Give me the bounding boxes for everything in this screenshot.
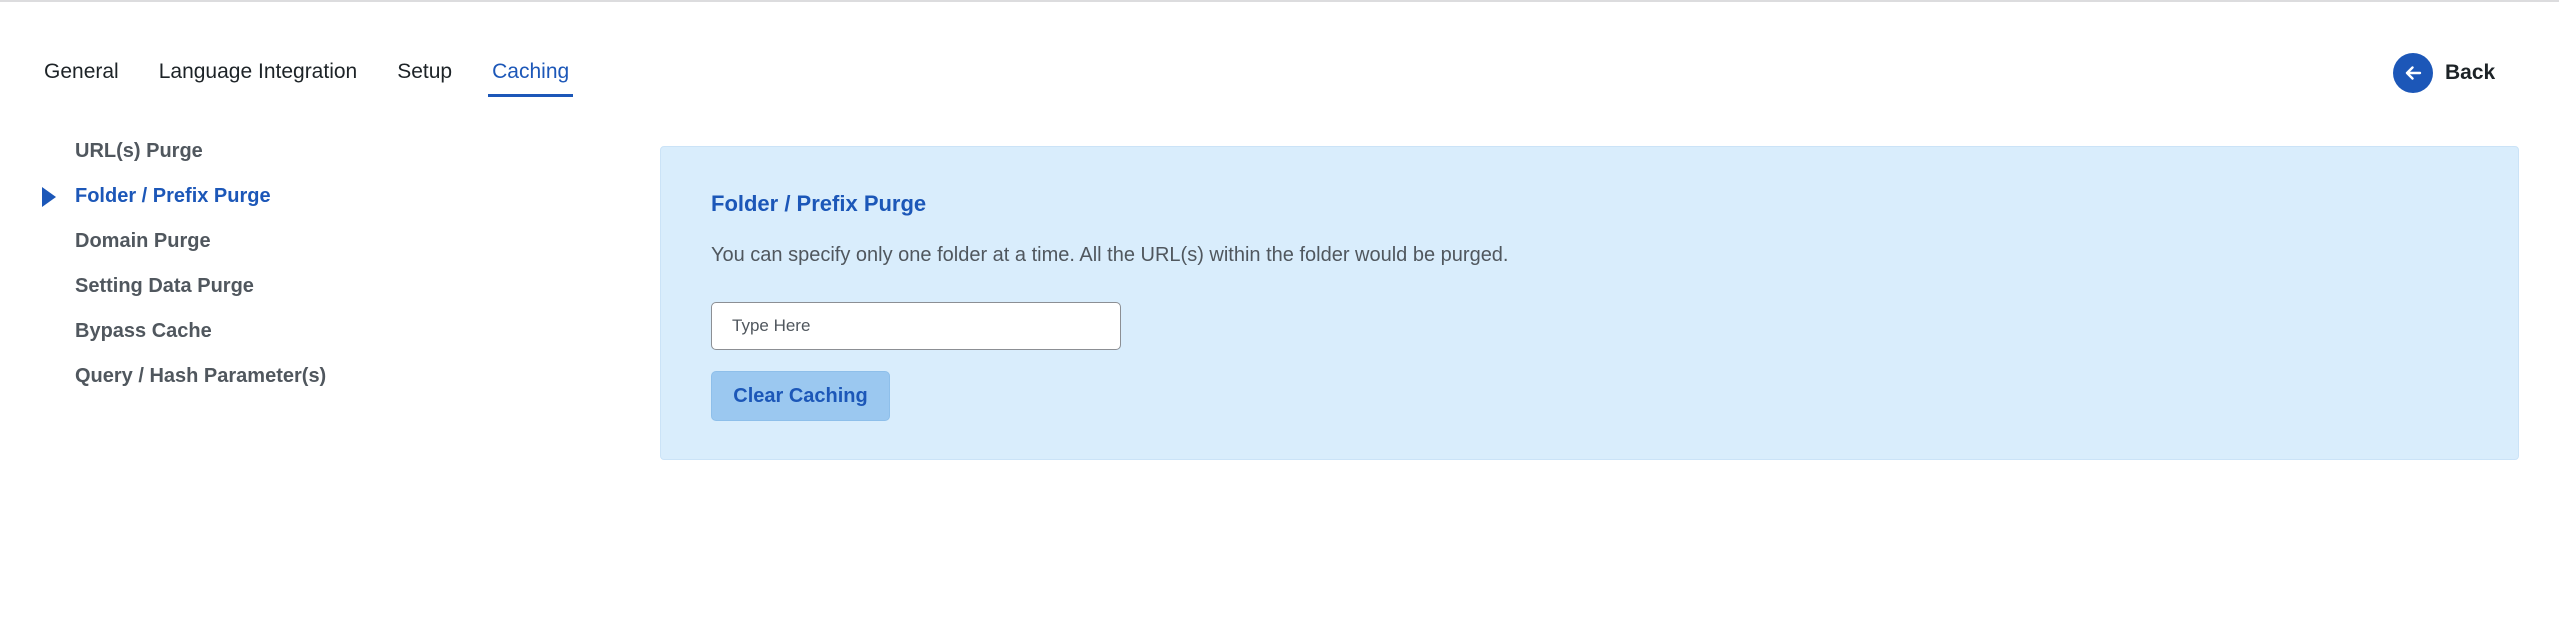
panel-title: Folder / Prefix Purge xyxy=(711,191,927,216)
sidebar-item-label: Bypass Cache xyxy=(75,320,212,342)
sidebar-item-label: URL(s) Purge xyxy=(75,140,203,162)
back-button[interactable]: Back xyxy=(2393,53,2495,93)
tab-general[interactable]: General xyxy=(44,58,119,94)
tab-caching[interactable]: Caching xyxy=(488,58,574,97)
sidebar-item-label: Domain Purge xyxy=(75,230,211,252)
sidebar-item-domain-purge[interactable]: Domain Purge xyxy=(38,226,398,271)
sidebar-item-label: Folder / Prefix Purge xyxy=(75,185,271,207)
sidebar-item-label: Setting Data Purge xyxy=(75,275,254,297)
sidebar-item-setting-data-purge[interactable]: Setting Data Purge xyxy=(38,271,398,316)
arrow-left-icon[interactable] xyxy=(2393,53,2433,93)
sidebar-item-query-hash-parameters[interactable]: Query / Hash Parameter(s) xyxy=(38,361,398,406)
top-divider xyxy=(0,0,2559,2)
caching-sidebar: URL(s) Purge Folder / Prefix Purge Domai… xyxy=(38,136,398,406)
sidebar-item-urls-purge[interactable]: URL(s) Purge xyxy=(38,136,398,181)
tab-setup[interactable]: Setup xyxy=(397,58,452,94)
folder-purge-panel: Folder / Prefix Purge You can specify on… xyxy=(660,146,2519,460)
tab-language-integration[interactable]: Language Integration xyxy=(159,58,358,94)
back-label: Back xyxy=(2445,61,2496,84)
sidebar-item-bypass-cache[interactable]: Bypass Cache xyxy=(38,316,398,361)
caret-right-icon xyxy=(42,187,56,207)
main-tabs: General Language Integration Setup Cachi… xyxy=(44,58,613,97)
clear-caching-button[interactable]: Clear Caching xyxy=(711,371,890,421)
sidebar-item-label: Query / Hash Parameter(s) xyxy=(75,365,327,387)
panel-description: You can specify only one folder at a tim… xyxy=(711,244,1509,266)
sidebar-item-folder-prefix-purge[interactable]: Folder / Prefix Purge xyxy=(38,181,398,226)
folder-path-input[interactable] xyxy=(711,302,1121,350)
